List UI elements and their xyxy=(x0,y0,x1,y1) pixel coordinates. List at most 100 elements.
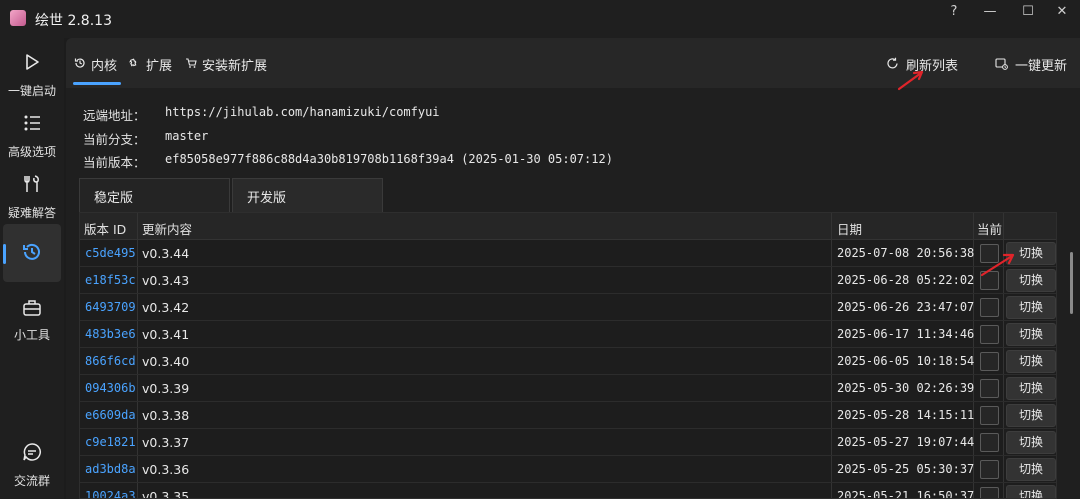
current-checkbox[interactable] xyxy=(980,298,999,317)
current-checkbox[interactable] xyxy=(980,433,999,452)
history-icon xyxy=(74,58,85,68)
table-row: c5de495 v0.3.44 2025-07-08 20:56:38 切换 xyxy=(80,240,1056,267)
commit-id-link[interactable]: c5de495 xyxy=(85,246,136,260)
puzzle-icon xyxy=(129,58,137,67)
switch-button[interactable]: 切换 xyxy=(1006,431,1056,454)
table-row: ad3bd8a v0.3.36 2025-05-25 05:30:37 切换 xyxy=(80,456,1056,483)
list-icon xyxy=(24,115,40,131)
current-checkbox[interactable] xyxy=(980,460,999,479)
table-row: 094306b v0.3.39 2025-05-30 02:26:39 切换 xyxy=(80,375,1056,402)
tab-install-extension[interactable]: 安装新扩展 xyxy=(185,55,275,74)
content-area: 远端地址： https://jihulab.com/hanamizuki/com… xyxy=(66,88,1080,499)
commit-id-link[interactable]: e18f53c xyxy=(85,273,136,287)
date-text: 2025-06-05 10:18:54 xyxy=(837,354,975,368)
commit-id-link[interactable]: 6493709 xyxy=(85,300,136,314)
tab-label: 内核 xyxy=(91,59,118,74)
version-text: v0.3.37 xyxy=(142,435,190,450)
sidebar-item-launch[interactable]: 一键启动 xyxy=(0,50,64,108)
version-text: v0.3.35 xyxy=(142,489,190,499)
date-text: 2025-05-25 05:30:37 xyxy=(837,462,975,476)
active-tab-underline xyxy=(73,82,121,85)
tab-label: 安装新扩展 xyxy=(202,59,268,74)
current-version-label: 当前版本： xyxy=(83,155,146,170)
current-checkbox[interactable] xyxy=(980,487,999,498)
header-changes: 更新内容 xyxy=(142,222,193,237)
play-icon xyxy=(26,54,39,70)
main-panel: 内核 扩展 安装新扩展 刷新列表 一键更新 远端地址： https://jihu… xyxy=(66,38,1080,499)
minimize-button[interactable]: — xyxy=(972,2,1008,22)
date-text: 2025-05-21 16:50:37 xyxy=(837,489,975,499)
date-text: 2025-07-08 20:56:38 xyxy=(837,246,975,260)
tab-extensions[interactable]: 扩展 xyxy=(129,55,181,74)
sidebar-item-label: 一键启动 xyxy=(7,84,56,98)
top-tab-bar: 内核 扩展 安装新扩展 刷新列表 一键更新 xyxy=(66,38,1080,88)
update-all-button[interactable]: 一键更新 xyxy=(995,55,1075,74)
header-current: 当前 xyxy=(977,222,1003,237)
sidebar-item-label: 交流群 xyxy=(13,474,50,488)
switch-button[interactable]: 切换 xyxy=(1006,350,1056,373)
current-branch-value: master xyxy=(165,129,209,143)
commit-id-link[interactable]: c9e1821 xyxy=(85,435,136,449)
date-text: 2025-05-30 02:26:39 xyxy=(837,381,975,395)
sidebar-item-tools[interactable]: 小工具 xyxy=(0,296,64,354)
sidebar-item-troubleshoot[interactable]: 疑难解答 xyxy=(0,172,64,230)
sidebar-item-advanced[interactable]: 高级选项 xyxy=(0,111,64,169)
switch-button[interactable]: 切换 xyxy=(1006,296,1056,319)
version-text: v0.3.36 xyxy=(142,462,190,477)
commit-id-link[interactable]: 10024a3 xyxy=(85,489,136,498)
switch-button[interactable]: 切换 xyxy=(1006,377,1056,400)
switch-button[interactable]: 切换 xyxy=(1006,485,1056,498)
tools-icon xyxy=(24,175,39,192)
commit-id-link[interactable]: 866f6cd xyxy=(85,354,136,368)
switch-button[interactable]: 切换 xyxy=(1006,323,1056,346)
sidebar-item-label: 疑难解答 xyxy=(7,206,56,220)
date-text: 2025-06-17 11:34:46 xyxy=(837,327,975,341)
table-row: 483b3e6 v0.3.41 2025-06-17 11:34:46 切换 xyxy=(80,321,1056,348)
date-text: 2025-05-27 19:07:44 xyxy=(837,435,975,449)
update-icon xyxy=(995,58,1008,70)
commit-id-link[interactable]: e6609da xyxy=(85,408,136,422)
current-version-value: ef85058e977f886c88d4a30b819708b1168f39a4… xyxy=(165,152,613,166)
tab-core[interactable]: 内核 xyxy=(74,55,126,74)
version-text: v0.3.44 xyxy=(142,246,190,261)
switch-button[interactable]: 切换 xyxy=(1006,404,1056,427)
version-text: v0.3.38 xyxy=(142,408,190,423)
current-checkbox[interactable] xyxy=(980,325,999,344)
table-row: 6493709 v0.3.42 2025-06-26 23:47:07 切换 xyxy=(80,294,1056,321)
header-date: 日期 xyxy=(837,222,863,237)
tab-stable[interactable]: 稳定版 xyxy=(79,178,230,212)
table-header: 版本 ID 更新内容 日期 当前 xyxy=(80,213,1056,240)
maximize-button[interactable]: ☐ xyxy=(1010,2,1046,22)
tab-label: 扩展 xyxy=(146,59,173,74)
tab-dev[interactable]: 开发版 xyxy=(232,178,383,212)
sidebar-item-version[interactable] xyxy=(3,224,61,282)
commit-id-link[interactable]: 483b3e6 xyxy=(85,327,136,341)
cart-icon xyxy=(186,58,197,68)
table-row: 866f6cd v0.3.40 2025-06-05 10:18:54 切换 xyxy=(80,348,1056,375)
close-button[interactable]: ✕ xyxy=(1044,2,1080,22)
annotation-arrow-icon xyxy=(980,253,1015,277)
current-checkbox[interactable] xyxy=(980,352,999,371)
commit-id-link[interactable]: 094306b xyxy=(85,381,136,395)
current-checkbox[interactable] xyxy=(980,379,999,398)
chat-icon xyxy=(23,443,41,461)
table-scrollbar[interactable] xyxy=(1070,252,1073,314)
help-button[interactable]: ? xyxy=(936,2,972,22)
version-text: v0.3.41 xyxy=(142,327,190,342)
version-table: 版本 ID 更新内容 日期 当前 c5de495 v0.3.44 2025-07-0… xyxy=(79,212,1057,499)
tab-label: 开发版 xyxy=(247,191,287,206)
current-checkbox[interactable] xyxy=(980,406,999,425)
commit-id-link[interactable]: ad3bd8a xyxy=(85,462,136,476)
version-text: v0.3.42 xyxy=(142,300,190,315)
version-text: v0.3.40 xyxy=(142,354,190,369)
table-row: c9e1821 v0.3.37 2025-05-27 19:07:44 切换 xyxy=(80,429,1056,456)
switch-button[interactable]: 切换 xyxy=(1006,458,1056,481)
header-version-id: 版本 ID xyxy=(84,222,127,237)
toolbox-icon xyxy=(23,300,41,316)
sidebar-item-label: 高级选项 xyxy=(7,145,56,159)
current-branch-label: 当前分支： xyxy=(83,132,146,147)
sidebar-item-label: 小工具 xyxy=(13,328,50,342)
annotation-arrow-icon xyxy=(897,70,924,91)
table-row: e18f53c v0.3.43 2025-06-28 05:22:02 切换 xyxy=(80,267,1056,294)
sidebar-item-community[interactable]: 交流群 xyxy=(0,440,64,498)
